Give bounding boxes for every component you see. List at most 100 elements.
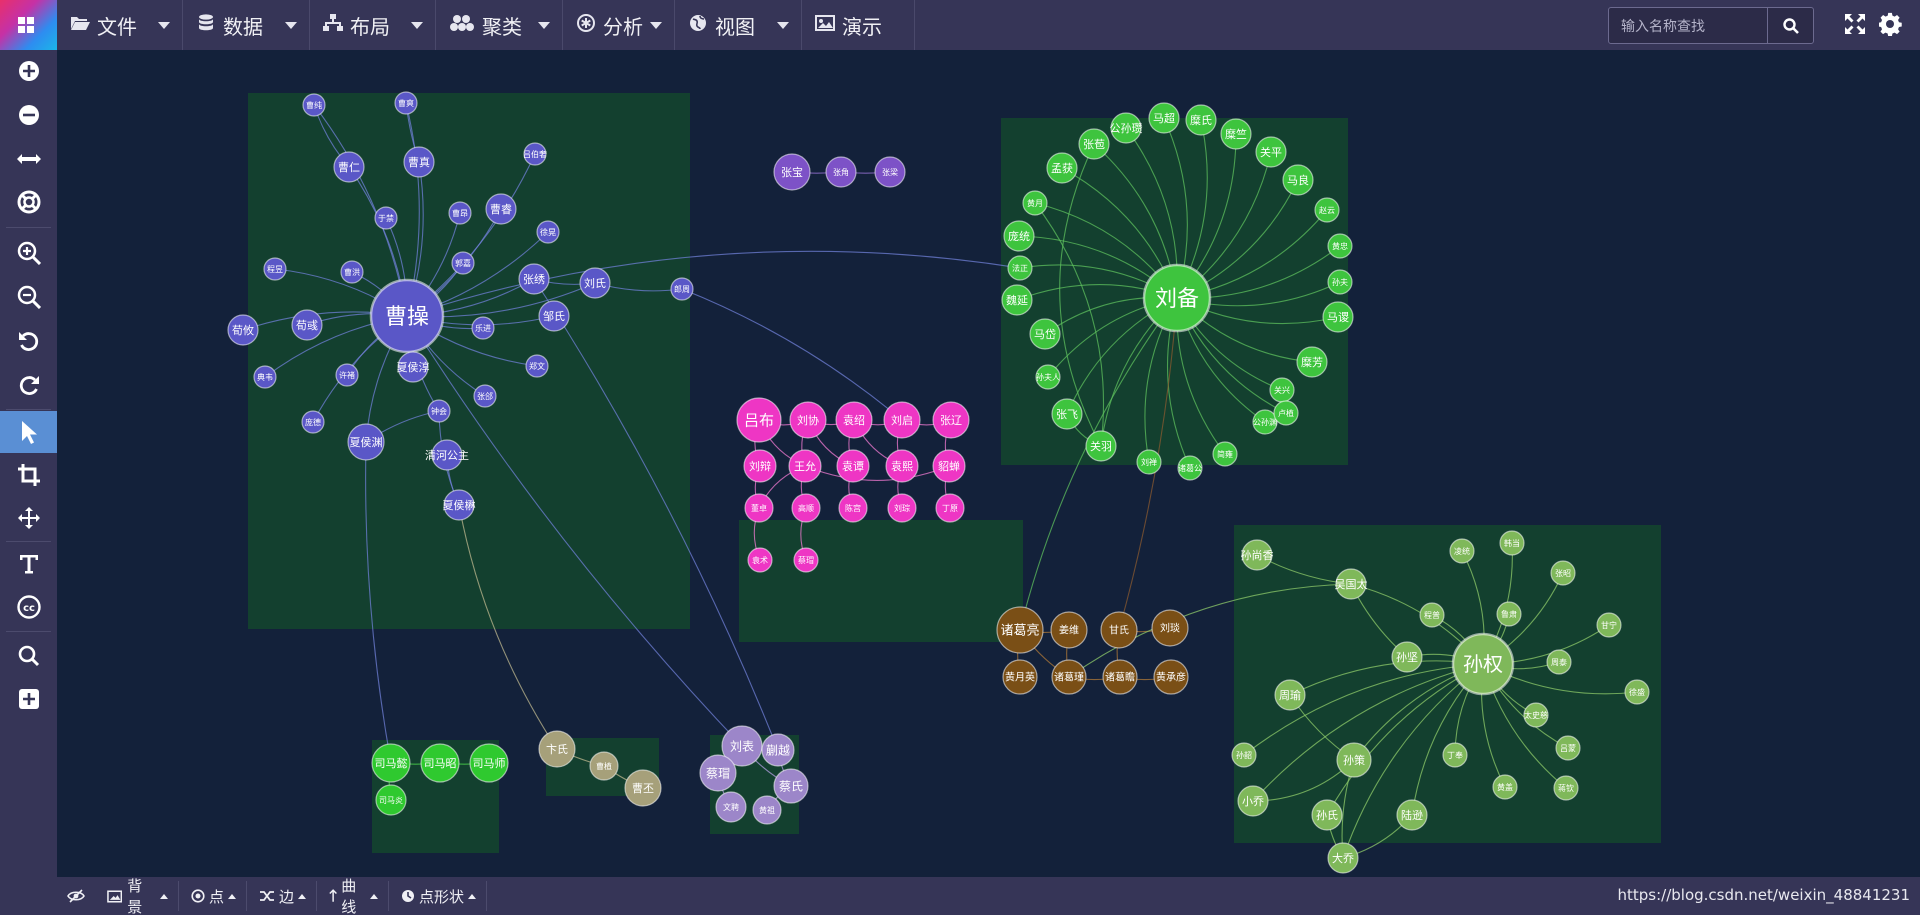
- graph-node[interactable]: 张郃: [473, 384, 497, 408]
- graph-node[interactable]: 陆逊: [1396, 799, 1428, 831]
- graph-node[interactable]: 黄祖: [752, 795, 782, 825]
- graph-node[interactable]: 简雍: [1212, 441, 1238, 467]
- graph-node[interactable]: 郭嘉: [451, 251, 475, 275]
- graph-node[interactable]: 马谡: [1322, 301, 1354, 333]
- graph-node[interactable]: 法正: [1007, 255, 1033, 281]
- graph-node[interactable]: 蔡瑁: [699, 754, 737, 792]
- graph-node[interactable]: 魏延: [1001, 284, 1033, 316]
- graph-node[interactable]: 庞德: [301, 410, 325, 434]
- graph-node[interactable]: 吕蒙: [1555, 735, 1581, 761]
- graph-node[interactable]: 司马昭: [420, 743, 460, 783]
- graph-node[interactable]: 邹氏: [538, 300, 570, 332]
- cc-icon[interactable]: cc: [0, 586, 57, 628]
- graph-node[interactable]: 孟获: [1046, 152, 1078, 184]
- pointer-icon[interactable]: [0, 411, 57, 453]
- graph-node[interactable]: 曹真: [403, 146, 435, 178]
- graph-node[interactable]: 甘宁: [1596, 612, 1622, 638]
- graph-node[interactable]: 黄承彦: [1153, 659, 1189, 695]
- edge-menu[interactable]: 边: [249, 881, 317, 911]
- eye-slash-icon[interactable]: [57, 881, 95, 911]
- graph-node[interactable]: 荀攸: [227, 314, 259, 346]
- graph-node[interactable]: 程昱: [263, 257, 287, 281]
- graph-node[interactable]: 曹仁: [333, 151, 365, 183]
- graph-node[interactable]: 张角: [825, 156, 857, 188]
- graph-node[interactable]: 孙权: [1451, 632, 1515, 696]
- curve-menu[interactable]: 曲线: [319, 877, 389, 915]
- graph-node[interactable]: 凌统: [1449, 538, 1475, 564]
- search-button[interactable]: [1767, 8, 1814, 43]
- graph-node[interactable]: 公孙渊: [1252, 409, 1278, 435]
- graph-node[interactable]: 张昭: [1550, 560, 1576, 586]
- graph-node[interactable]: 徐晃: [536, 220, 560, 244]
- graph-node[interactable]: 韩当: [1499, 530, 1525, 556]
- minus-circle-icon[interactable]: [0, 94, 57, 136]
- graph-node[interactable]: 曹昂: [448, 201, 472, 225]
- menu-present[interactable]: 演示: [802, 0, 915, 50]
- add-box-icon[interactable]: [0, 678, 57, 720]
- search-icon[interactable]: [0, 635, 57, 677]
- graph-node[interactable]: 徐盛: [1624, 679, 1650, 705]
- graph-node[interactable]: 孙夫人: [1035, 364, 1061, 390]
- graph-node[interactable]: 刘禅: [1136, 449, 1162, 475]
- graph-node[interactable]: 蔡氏: [773, 768, 809, 804]
- crop-icon[interactable]: [0, 454, 57, 496]
- graph-node[interactable]: 黄月英: [1002, 659, 1038, 695]
- redo-icon[interactable]: [0, 364, 57, 406]
- graph-node[interactable]: 曹睿: [485, 193, 517, 225]
- graph-node[interactable]: 袁熙: [885, 449, 919, 483]
- graph-node[interactable]: 黄月: [1022, 190, 1048, 216]
- menu-view[interactable]: 视图: [675, 0, 802, 50]
- graph-node[interactable]: 黄盖: [1492, 774, 1518, 800]
- graph-node[interactable]: 貂蝉: [932, 449, 966, 483]
- search-input[interactable]: [1609, 8, 1766, 43]
- graph-node[interactable]: 曹爽: [394, 91, 418, 115]
- graph-node[interactable]: 张辽: [932, 401, 970, 439]
- graph-node[interactable]: 小乔: [1237, 785, 1269, 817]
- graph-node[interactable]: 蒯越: [761, 733, 795, 767]
- graph-node[interactable]: 马良: [1282, 164, 1314, 196]
- graph-node[interactable]: 吕伯奢: [523, 142, 547, 166]
- graph-node[interactable]: 钟会: [427, 399, 451, 423]
- graph-node[interactable]: 孙坚: [1391, 641, 1423, 673]
- graph-node[interactable]: 董卓: [744, 493, 774, 523]
- graph-node[interactable]: 曹植: [589, 751, 619, 781]
- graph-node[interactable]: 糜芳: [1296, 346, 1328, 378]
- graph-node[interactable]: 孙韶: [1231, 742, 1257, 768]
- zoom-out-icon[interactable]: [0, 276, 57, 318]
- graph-node[interactable]: 刘辩: [743, 449, 777, 483]
- graph-node[interactable]: 孙夫: [1327, 269, 1353, 295]
- menu-cluster[interactable]: 聚类: [436, 0, 563, 50]
- arrows-h-icon[interactable]: [0, 138, 57, 180]
- life-ring-icon[interactable]: [0, 181, 57, 223]
- graph-node[interactable]: 甘氏: [1100, 611, 1138, 649]
- graph-node[interactable]: 司马懿: [371, 743, 411, 783]
- node-menu[interactable]: 点: [181, 881, 247, 911]
- graph-node[interactable]: 典韦: [253, 365, 277, 389]
- graph-node[interactable]: 卞氏: [538, 730, 576, 768]
- graph-node[interactable]: 赵云: [1314, 197, 1340, 223]
- graph-node[interactable]: 刘琰: [1151, 609, 1189, 647]
- graph-node[interactable]: 关兴: [1269, 377, 1295, 403]
- graph-node[interactable]: 蒋钦: [1553, 775, 1579, 801]
- graph-node[interactable]: 关平: [1255, 136, 1287, 168]
- graph-node[interactable]: 卢植: [1273, 400, 1299, 426]
- graph-node[interactable]: 袁绍: [835, 401, 873, 439]
- graph-node[interactable]: 孙氏: [1311, 799, 1343, 831]
- graph-node[interactable]: 姜维: [1050, 611, 1088, 649]
- graph-node[interactable]: 吕布: [736, 397, 782, 443]
- graph-node[interactable]: 黄忠: [1327, 233, 1353, 259]
- app-logo[interactable]: [0, 0, 57, 50]
- graph-node[interactable]: 鲁肃: [1496, 601, 1522, 627]
- graph-node[interactable]: 王允: [788, 449, 822, 483]
- fullscreen-icon[interactable]: [1843, 12, 1869, 38]
- graph-node[interactable]: 荀彧: [291, 309, 323, 341]
- menu-file[interactable]: 文件: [57, 0, 183, 50]
- graph-node[interactable]: 刘协: [789, 401, 827, 439]
- graph-node[interactable]: 张飞: [1051, 398, 1083, 430]
- graph-node[interactable]: 文聘: [715, 791, 747, 823]
- graph-node[interactable]: 刘氏: [579, 267, 611, 299]
- graph-node[interactable]: 太史慈: [1523, 702, 1549, 728]
- graph-node[interactable]: 郑文: [525, 354, 549, 378]
- graph-node[interactable]: 袁谭: [836, 449, 870, 483]
- graph-node[interactable]: 程普: [1419, 602, 1445, 628]
